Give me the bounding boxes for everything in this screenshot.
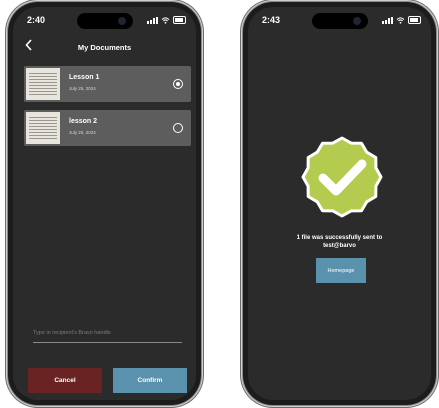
radio-selected[interactable] (173, 79, 183, 89)
wifi-icon (396, 16, 405, 24)
page-title: My Documents (77, 43, 132, 52)
document-item-lesson-1[interactable]: Lesson 1 July 25, 2024 (24, 66, 191, 102)
my-documents-screen: 2:40 My Documents Lesson 1 July 25, 2024 (13, 7, 196, 400)
document-date: July 25, 2024 (69, 130, 96, 135)
battery-icon (173, 16, 186, 24)
confirm-button[interactable]: Confirm (113, 368, 187, 393)
signal-icon (147, 16, 158, 24)
document-item-lesson-2[interactable]: lesson 2 July 25, 2024 (24, 110, 191, 146)
wifi-icon (161, 16, 170, 24)
status-time: 2:43 (262, 15, 281, 25)
document-date: July 25, 2024 (69, 86, 96, 91)
status-icons (147, 16, 186, 24)
dynamic-island (76, 13, 133, 29)
camera-icon (117, 17, 126, 25)
document-title: lesson 2 (69, 118, 98, 125)
success-message-line2: test@barvo (323, 243, 356, 249)
signal-icon (382, 16, 393, 24)
left-phone: 2:40 My Documents Lesson 1 July 25, 2024 (8, 2, 201, 405)
dynamic-island (311, 13, 368, 29)
recipient-handle-input[interactable] (33, 330, 182, 343)
success-message: 1 file was successfully sent to test@bar… (248, 234, 431, 250)
success-message-line1: 1 file was successfully sent to (296, 235, 383, 241)
right-phone: 2:43 1 file was successfully sent to tes… (243, 2, 436, 405)
cancel-button[interactable]: Cancel (28, 368, 102, 393)
status-icons (382, 16, 421, 24)
homepage-button[interactable]: Homepage (316, 258, 366, 283)
battery-icon (408, 16, 421, 24)
checkmark-badge-icon (299, 134, 385, 225)
status-time: 2:40 (27, 15, 46, 25)
camera-icon (352, 17, 361, 25)
success-screen: 2:43 1 file was successfully sent to tes… (248, 7, 431, 400)
badge-shape (301, 136, 383, 218)
document-thumbnail (26, 68, 60, 100)
document-thumbnail (26, 112, 60, 144)
radio-unselected[interactable] (173, 123, 183, 133)
document-title: Lesson 1 (69, 74, 100, 81)
